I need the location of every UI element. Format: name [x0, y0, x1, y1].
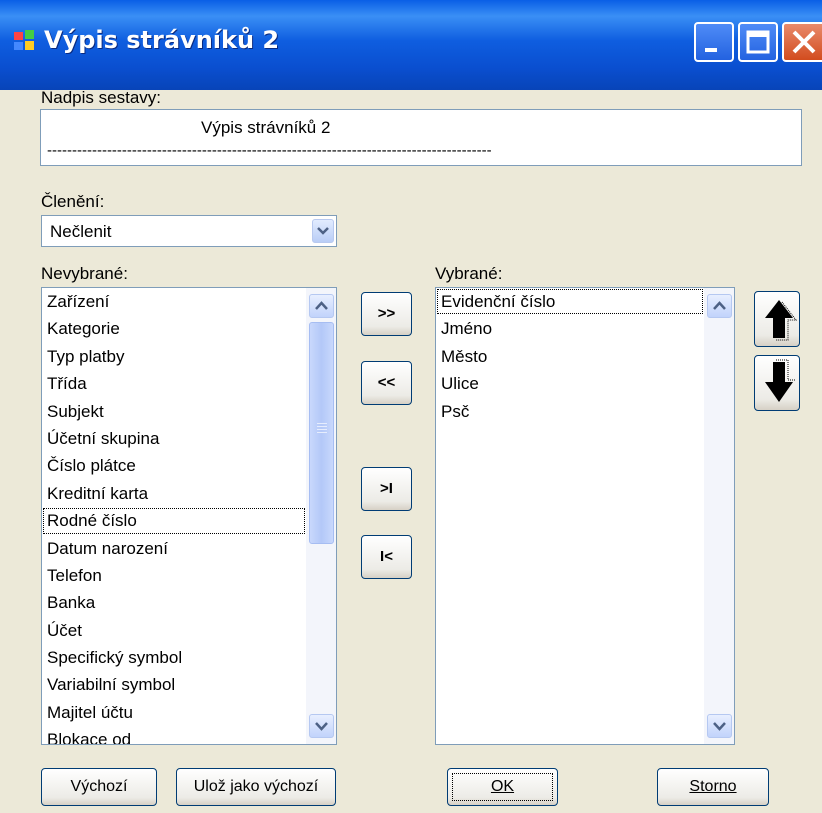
list-item[interactable]: Jméno: [436, 315, 704, 342]
minimize-button[interactable]: [694, 22, 734, 62]
scroll-thumb[interactable]: [309, 322, 334, 544]
list-item[interactable]: Ulice: [436, 370, 704, 397]
maximize-button[interactable]: [738, 22, 778, 62]
unselected-label: Nevybrané:: [41, 264, 128, 283]
list-item[interactable]: Banka: [42, 589, 306, 616]
list-item-focused[interactable]: Evidenční číslo: [436, 288, 704, 315]
ok-label: OK: [490, 778, 515, 795]
remove-button[interactable]: <<: [361, 361, 412, 405]
scroll-up-button[interactable]: [309, 294, 334, 318]
list-item[interactable]: Zařízení: [42, 288, 306, 315]
list-item[interactable]: Typ platby: [42, 343, 306, 370]
list-item[interactable]: Datum narození: [42, 535, 306, 562]
thumb-grip: [317, 432, 327, 433]
caption-label: Nadpis sestavy:: [41, 88, 161, 107]
list-item[interactable]: Specifický symbol: [42, 644, 306, 671]
caption-line-1: Výpis strávníků 2: [201, 118, 331, 137]
scroll-up-button[interactable]: [707, 294, 732, 318]
selected-label: Vybrané:: [435, 264, 503, 283]
window-title: Výpis strávníků 2: [44, 26, 280, 54]
down-arrow-icon: [765, 359, 796, 402]
move-down-button[interactable]: [754, 355, 800, 411]
list-item[interactable]: Psč: [436, 398, 704, 425]
list-item[interactable]: Subjekt: [42, 398, 306, 425]
up-arrow-icon: [765, 300, 798, 341]
list-item[interactable]: Blokace od: [42, 726, 306, 744]
save-default-button[interactable]: Ulož jako výchozí: [176, 768, 336, 806]
thumb-grip: [317, 429, 327, 430]
selected-scrollbar[interactable]: [704, 288, 734, 744]
list-item[interactable]: Telefon: [42, 562, 306, 589]
add-button[interactable]: >>: [361, 292, 412, 336]
dialog-window: Výpis strávníků 2 Nadpis sestavy: Výpis …: [0, 0, 822, 813]
caption-textarea[interactable]: Výpis strávníků 2 ----------------------…: [40, 109, 802, 166]
cancel-button[interactable]: Storno: [657, 768, 769, 806]
move-up-button[interactable]: [754, 291, 800, 347]
close-button[interactable]: [782, 22, 822, 62]
ok-button[interactable]: OK: [447, 768, 558, 806]
remove-all-button[interactable]: I<: [361, 535, 412, 579]
cancel-label: Storno: [689, 778, 737, 795]
scroll-down-button[interactable]: [707, 714, 732, 738]
add-all-button[interactable]: >I: [361, 467, 412, 511]
scroll-down-button[interactable]: [309, 714, 334, 738]
thumb-grip: [317, 423, 327, 424]
unselected-items: Zařízení Kategorie Typ platby Třída Subj…: [42, 288, 306, 744]
list-item[interactable]: Majitel účtu: [42, 699, 306, 726]
selected-list[interactable]: Evidenční číslo Jméno Město Ulice Psč: [435, 287, 735, 745]
unselected-list[interactable]: Zařízení Kategorie Typ platby Třída Subj…: [41, 287, 337, 745]
list-item-focused[interactable]: Rodné číslo: [42, 507, 306, 534]
grouping-value: Nečlenit: [50, 222, 112, 241]
list-item[interactable]: Účetní skupina: [42, 425, 306, 452]
default-button[interactable]: Výchozí: [41, 768, 157, 806]
title-bar[interactable]: Výpis strávníků 2: [0, 0, 822, 90]
selected-items: Evidenční číslo Jméno Město Ulice Psč: [436, 288, 704, 425]
grouping-label: Členění:: [41, 192, 105, 211]
list-item[interactable]: Město: [436, 343, 704, 370]
caption-line-2: ----------------------------------------…: [47, 142, 492, 159]
list-item[interactable]: Účet: [42, 617, 306, 644]
app-icon: [14, 30, 36, 52]
list-item[interactable]: Variabilní symbol: [42, 671, 306, 698]
unselected-scrollbar[interactable]: [306, 288, 336, 744]
list-item[interactable]: Číslo plátce: [42, 452, 306, 479]
list-item[interactable]: Kategorie: [42, 315, 306, 342]
list-item[interactable]: Kreditní karta: [42, 480, 306, 507]
chevron-down-icon[interactable]: [312, 219, 334, 243]
list-item[interactable]: Třída: [42, 370, 306, 397]
grouping-select[interactable]: Nečlenit: [41, 215, 337, 247]
thumb-grip: [317, 426, 327, 427]
